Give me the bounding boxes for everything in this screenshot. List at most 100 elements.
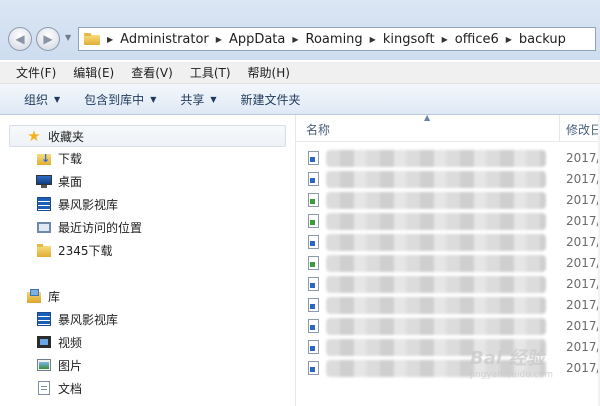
column-header-row: ▲ 名称 修改日 — [296, 113, 600, 142]
word-doc-icon — [308, 277, 319, 291]
nav-item-baofeng-library[interactable]: 暴风影视库 — [36, 193, 118, 215]
video-icon — [36, 334, 52, 350]
watermark-main: Bai 经验 — [470, 348, 545, 369]
nav-item-downloads[interactable]: 下载 — [36, 147, 82, 169]
column-header-date-modified[interactable]: 修改日 — [566, 121, 600, 138]
desktop-icon — [36, 173, 52, 189]
chevron-down-icon: ▼ — [54, 94, 61, 104]
word-doc-icon — [308, 319, 319, 333]
breadcrumb-roaming[interactable]: Roaming — [306, 32, 363, 47]
file-row[interactable]: 2017/ — [296, 190, 600, 211]
forward-arrow-icon: ▶ — [43, 32, 53, 46]
chevron-right-icon[interactable]: ▶ — [370, 35, 376, 44]
file-date: 2017/ — [566, 151, 600, 165]
forward-button[interactable]: ▶ — [36, 27, 60, 51]
sort-arrow-icon: ▲ — [424, 113, 431, 122]
file-name-blurred — [326, 318, 546, 335]
chevron-right-icon[interactable]: ▶ — [506, 35, 512, 44]
file-date: 2017/ — [566, 235, 600, 249]
file-name-blurred — [326, 150, 546, 167]
breadcrumb-office6[interactable]: office6 — [455, 32, 499, 47]
file-row[interactable]: 2017/ — [296, 295, 600, 316]
nav-favorites[interactable]: ★ 收藏夹 — [26, 125, 84, 147]
menu-tools[interactable]: 工具(T) — [180, 64, 238, 81]
word-doc-icon — [308, 361, 319, 375]
star-icon: ★ — [27, 127, 41, 145]
chevron-right-icon[interactable]: ▶ — [442, 35, 448, 44]
menu-help[interactable]: 帮助(H) — [238, 64, 297, 81]
organize-label: 组织 — [24, 92, 49, 107]
excel-doc-icon — [308, 193, 319, 207]
file-date: 2017/ — [566, 172, 600, 186]
file-date: 2017/ — [566, 319, 600, 333]
file-row[interactable]: 2017/ — [296, 274, 600, 295]
file-row[interactable]: 2017/ — [296, 232, 600, 253]
favorites-label: 收藏夹 — [48, 129, 85, 144]
address-area: ◀ ▶ ▼ ▶ Administrator ▶ AppData ▶ Roamin… — [0, 0, 600, 60]
chevron-right-icon[interactable]: ▶ — [107, 35, 113, 44]
nav-item-recent-places[interactable]: 最近访问的位置 — [36, 216, 142, 238]
file-date: 2017/ — [566, 277, 600, 291]
file-row[interactable]: 2017/ — [296, 148, 600, 169]
nav-item-label: 桌面 — [58, 174, 83, 189]
include-in-library-button[interactable]: 包含到库中 ▼ — [72, 91, 168, 108]
file-row[interactable]: 2017/ — [296, 211, 600, 232]
media-library-icon — [36, 311, 52, 327]
breadcrumb-administrator[interactable]: Administrator — [120, 32, 209, 47]
column-divider[interactable] — [559, 115, 560, 141]
chevron-right-icon[interactable]: ▶ — [216, 35, 222, 44]
nav-item-label: 图片 — [58, 358, 83, 373]
recent-pages-dropdown[interactable]: ▼ — [65, 33, 75, 45]
nav-item-label: 2345下载 — [58, 243, 113, 258]
back-button[interactable]: ◀ — [8, 27, 32, 51]
file-name-blurred — [326, 255, 546, 272]
menu-bar: 文件(F) 编辑(E) 查看(V) 工具(T) 帮助(H) — [0, 62, 600, 84]
media-library-icon — [36, 196, 52, 212]
menu-file[interactable]: 文件(F) — [0, 64, 63, 81]
recent-places-icon — [36, 219, 52, 235]
new-folder-button[interactable]: 新建文件夹 — [229, 91, 313, 108]
share-label: 共享 — [180, 92, 205, 107]
column-header-name[interactable]: 名称 — [306, 121, 330, 138]
word-doc-icon — [308, 151, 319, 165]
navigation-pane: ★ 收藏夹 下载 桌面 暴风影视库 最近访问的位置 2345下载 库 暴风影视库… — [0, 115, 296, 406]
nav-item-label: 下载 — [58, 151, 83, 166]
organize-button[interactable]: 组织 ▼ — [0, 91, 72, 108]
chevron-down-icon: ▼ — [210, 94, 217, 104]
breadcrumb-kingsoft[interactable]: kingsoft — [383, 32, 435, 47]
nav-item-2345-downloads[interactable]: 2345下载 — [36, 239, 113, 261]
nav-item-baofeng-library-2[interactable]: 暴风影视库 — [36, 308, 118, 330]
menu-view[interactable]: 查看(V) — [121, 64, 180, 81]
file-name-blurred — [326, 234, 546, 251]
breadcrumb-backup[interactable]: backup — [519, 32, 566, 47]
breadcrumb-appdata[interactable]: AppData — [229, 32, 285, 47]
nav-libraries[interactable]: 库 — [26, 285, 60, 307]
nav-item-pictures[interactable]: 图片 — [36, 354, 82, 376]
documents-icon — [36, 380, 52, 396]
nav-item-videos[interactable]: 视频 — [36, 331, 82, 353]
folder-icon — [36, 242, 52, 258]
excel-doc-icon — [308, 214, 319, 228]
share-button[interactable]: 共享 ▼ — [168, 91, 228, 108]
back-arrow-icon: ◀ — [15, 32, 25, 46]
nav-item-documents[interactable]: 文档 — [36, 377, 82, 399]
file-row[interactable]: 2017/ — [296, 253, 600, 274]
file-row[interactable]: 2017/ — [296, 169, 600, 190]
nav-item-desktop[interactable]: 桌面 — [36, 170, 82, 192]
folder-icon — [84, 33, 100, 45]
menu-edit[interactable]: 编辑(E) — [63, 64, 121, 81]
include-in-library-label: 包含到库中 — [84, 92, 145, 107]
file-name-blurred — [326, 192, 546, 209]
nav-item-label: 最近访问的位置 — [58, 220, 143, 235]
word-doc-icon — [308, 298, 319, 312]
nav-item-label: 视频 — [58, 335, 83, 350]
word-doc-icon — [308, 172, 319, 186]
file-date: 2017/ — [566, 256, 600, 270]
address-bar[interactable]: ▶ Administrator ▶ AppData ▶ Roaming ▶ ki… — [78, 27, 596, 51]
file-row[interactable]: 2017/ — [296, 316, 600, 337]
nav-item-label: 暴风影视库 — [58, 312, 119, 327]
chevron-right-icon[interactable]: ▶ — [292, 35, 298, 44]
file-name-blurred — [326, 276, 546, 293]
chevron-down-icon: ▼ — [150, 94, 157, 104]
file-date: 2017/ — [566, 193, 600, 207]
